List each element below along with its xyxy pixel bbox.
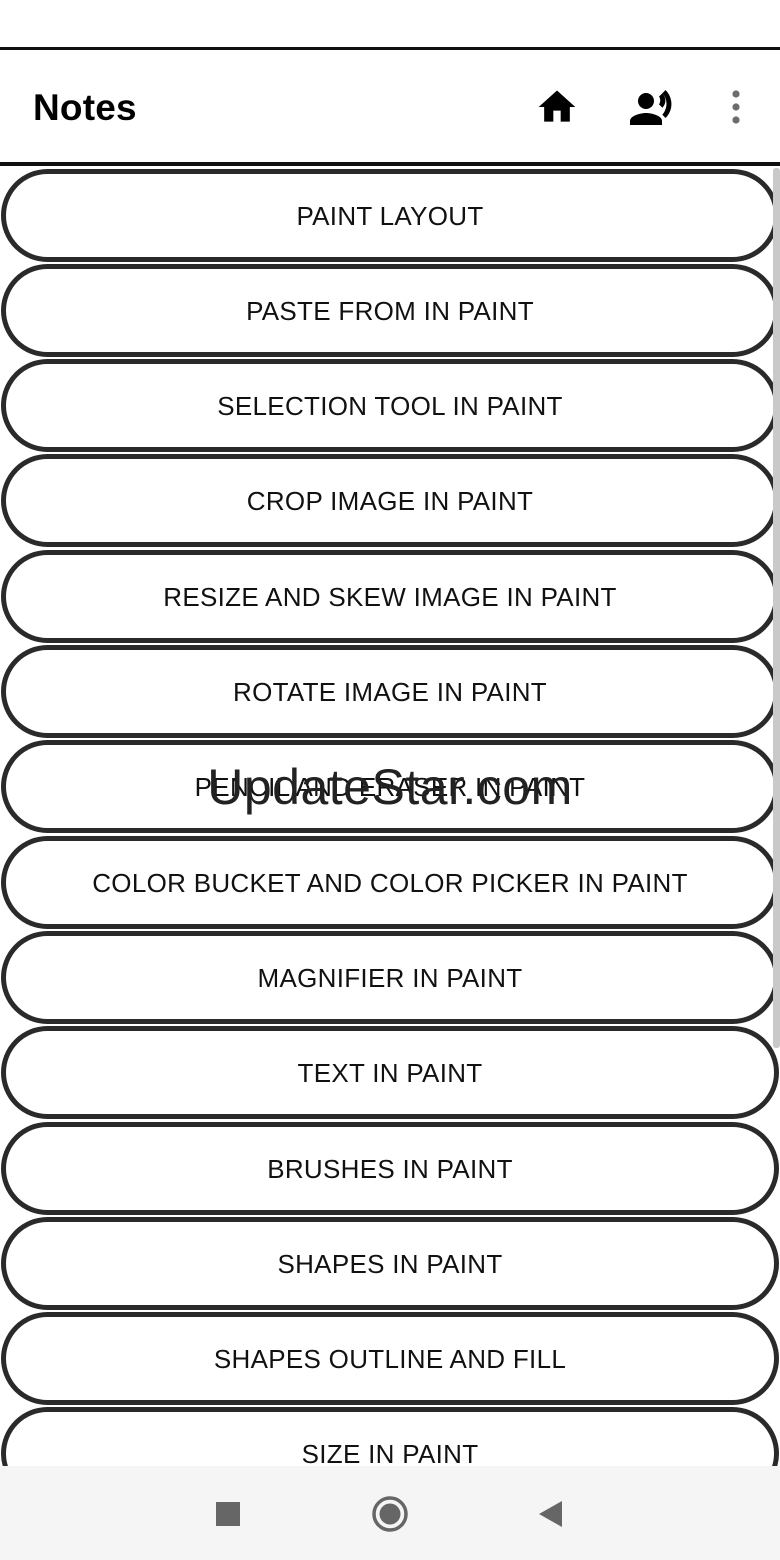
topic-button[interactable]: SELECTION TOOL IN PAINT xyxy=(1,359,779,452)
home-button[interactable] xyxy=(532,82,582,132)
topic-label: SHAPES OUTLINE AND FILL xyxy=(213,1343,567,1374)
voice-button[interactable] xyxy=(627,82,677,132)
topic-label: RESIZE AND SKEW IMAGE IN PAINT xyxy=(163,581,617,612)
topic-label: SELECTION TOOL IN PAINT xyxy=(217,390,563,421)
topic-button[interactable]: ROTATE IMAGE IN PAINT xyxy=(1,645,779,738)
topic-label: MAGNIFIER IN PAINT xyxy=(257,962,523,993)
topic-button[interactable]: COLOR BUCKET AND COLOR PICKER IN PAINT xyxy=(1,836,779,929)
topic-label: TEXT IN PAINT xyxy=(297,1057,483,1088)
topic-button[interactable]: BRUSHES IN PAINT xyxy=(1,1122,779,1215)
topic-button[interactable]: MAGNIFIER IN PAINT xyxy=(1,931,779,1024)
topic-label: PAINT LAYOUT xyxy=(296,200,484,231)
voice-icon xyxy=(630,90,672,125)
topic-button[interactable]: SIZE IN PAINT xyxy=(1,1407,779,1466)
topic-button[interactable]: PENCIL AND ERASER IN PAINT xyxy=(1,740,779,833)
topic-label: BRUSHES IN PAINT xyxy=(267,1153,513,1184)
topic-button[interactable]: PASTE FROM IN PAINT xyxy=(1,264,779,357)
topic-label: CROP IMAGE IN PAINT xyxy=(246,485,534,516)
back-button[interactable] xyxy=(526,1490,574,1538)
more-vertical-icon xyxy=(732,90,740,124)
topic-button[interactable]: CROP IMAGE IN PAINT xyxy=(1,454,779,547)
topic-label: PASTE FROM IN PAINT xyxy=(246,295,534,326)
topic-label: ROTATE IMAGE IN PAINT xyxy=(233,676,547,707)
topic-label: COLOR BUCKET AND COLOR PICKER IN PAINT xyxy=(92,867,688,898)
topic-label: PENCIL AND ERASER IN PAINT xyxy=(194,771,586,802)
topic-label: SIZE IN PAINT xyxy=(301,1438,479,1467)
app-title: Notes xyxy=(33,87,137,128)
topic-label: SHAPES IN PAINT xyxy=(277,1248,503,1279)
scrollbar[interactable] xyxy=(773,168,780,1048)
back-triangle-icon xyxy=(539,1501,562,1527)
more-options-button[interactable] xyxy=(711,82,761,132)
recents-button[interactable] xyxy=(204,1490,252,1538)
navigation-bar xyxy=(0,1466,780,1560)
system-home-button[interactable] xyxy=(366,1490,414,1538)
topic-button[interactable]: SHAPES IN PAINT xyxy=(1,1217,779,1310)
topic-button[interactable]: PAINT LAYOUT xyxy=(1,169,779,262)
topic-button[interactable]: SHAPES OUTLINE AND FILL xyxy=(1,1312,779,1405)
topic-button[interactable]: TEXT IN PAINT xyxy=(1,1026,779,1119)
app-bar: Notes xyxy=(0,50,780,164)
home-circle-icon xyxy=(372,1496,408,1532)
topic-list: PAINT LAYOUT PASTE FROM IN PAINT SELECTI… xyxy=(0,166,780,1466)
status-bar xyxy=(0,0,780,48)
recents-square-icon xyxy=(216,1502,240,1526)
home-icon xyxy=(538,90,576,122)
topic-button[interactable]: RESIZE AND SKEW IMAGE IN PAINT xyxy=(1,550,779,643)
